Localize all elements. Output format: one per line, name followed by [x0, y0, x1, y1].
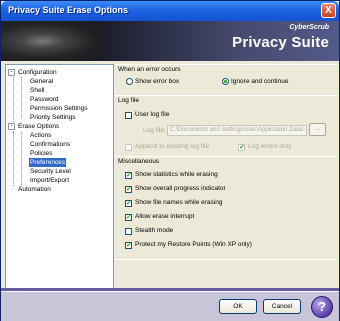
tree-item-priority-settings[interactable]: Priority Settings	[30, 113, 76, 122]
show-file-names-label[interactable]: Show file names while erasing	[135, 199, 222, 206]
brand-logo: CyberScrub	[289, 24, 329, 31]
log-group-title: Log file	[118, 97, 139, 104]
log-errors-only-checkbox[interactable]: ✓	[238, 144, 245, 151]
tree-item-shell[interactable]: Shell	[30, 86, 44, 95]
divider	[115, 259, 337, 260]
show-error-box-radio[interactable]	[126, 78, 133, 85]
show-file-names-checkbox[interactable]: ✓	[125, 200, 132, 207]
show-error-box-label[interactable]: Show error box	[135, 78, 179, 85]
tree-item-confirmations[interactable]: Confirmations	[30, 140, 70, 149]
cancel-button[interactable]: Cancel	[263, 299, 301, 314]
show-statistics-checkbox[interactable]: ✓	[125, 172, 132, 179]
tree-item-automation[interactable]: Automation	[18, 185, 51, 194]
show-statistics-label[interactable]: Show statistics while erasing	[135, 171, 218, 178]
stealth-mode-checkbox[interactable]	[125, 228, 132, 235]
options-tree[interactable]: - Configuration General Shell Password P…	[5, 64, 114, 289]
close-button[interactable]: X	[321, 3, 336, 18]
tree-item-actions[interactable]: Actions	[30, 131, 51, 140]
tree-item-import-export[interactable]: Import/Export	[30, 176, 69, 185]
misc-group-title: Miscellaneous	[118, 158, 160, 165]
banner: CyberScrub Privacy Suite	[1, 21, 339, 61]
log-file-path-input[interactable]: C:\Documents and Settings\user\Applicati…	[167, 125, 307, 136]
divider	[115, 64, 337, 65]
tree-item-security-level[interactable]: Security Level	[30, 167, 71, 176]
window-title: Privacy Suite Erase Options	[8, 5, 129, 15]
tree-item-preferences[interactable]: Preferences	[29, 158, 67, 167]
help-icon[interactable]: ?	[311, 296, 333, 318]
divider	[115, 95, 337, 96]
title-bar[interactable]: Privacy Suite Erase Options X	[1, 1, 339, 21]
tree-item-password[interactable]: Password	[30, 95, 59, 104]
user-log-file-checkbox[interactable]	[125, 112, 132, 119]
append-log-checkbox[interactable]	[125, 144, 132, 151]
collapse-icon[interactable]: -	[8, 123, 15, 130]
protect-restore-checkbox[interactable]: ✓	[125, 242, 132, 249]
product-name: Privacy Suite	[232, 34, 329, 51]
ignore-continue-label[interactable]: Ignore and continue	[231, 78, 288, 85]
tree-item-label: Configuration	[18, 69, 57, 76]
log-errors-only-label[interactable]: Log errors only	[248, 143, 291, 150]
append-log-label[interactable]: Append to existing log file	[135, 143, 209, 150]
tree-item-label: Erase Options	[18, 123, 60, 130]
error-group-title: When an error occurs	[118, 66, 181, 73]
tree-line	[21, 77, 22, 118]
show-progress-label[interactable]: Show overall progress indicator	[135, 185, 226, 192]
stealth-mode-label[interactable]: Stealth mode	[135, 227, 173, 234]
eye-image	[1, 21, 103, 61]
allow-interrupt-checkbox[interactable]: ✓	[125, 214, 132, 221]
tree-line	[21, 132, 22, 187]
options-window: Privacy Suite Erase Options X CyberScrub…	[0, 0, 340, 321]
tree-item-permission-settings[interactable]: Permission Settings	[30, 104, 87, 113]
collapse-icon[interactable]: -	[8, 69, 15, 76]
tree-item-general[interactable]: General	[30, 77, 53, 86]
tree-item-policies[interactable]: Policies	[30, 149, 52, 158]
ok-button[interactable]: OK	[219, 299, 257, 314]
log-file-field-label: Log file:	[143, 127, 166, 134]
allow-interrupt-label[interactable]: Allow erase interrupt	[135, 213, 194, 220]
browse-button[interactable]: ...	[309, 123, 326, 136]
protect-restore-label[interactable]: Protect my Restore Points (Win XP only)	[135, 241, 252, 248]
user-log-file-label[interactable]: User log file	[135, 111, 169, 118]
ignore-continue-radio[interactable]	[222, 78, 229, 85]
divider	[115, 156, 337, 157]
show-progress-checkbox[interactable]: ✓	[125, 186, 132, 193]
tree-line	[13, 132, 14, 186]
